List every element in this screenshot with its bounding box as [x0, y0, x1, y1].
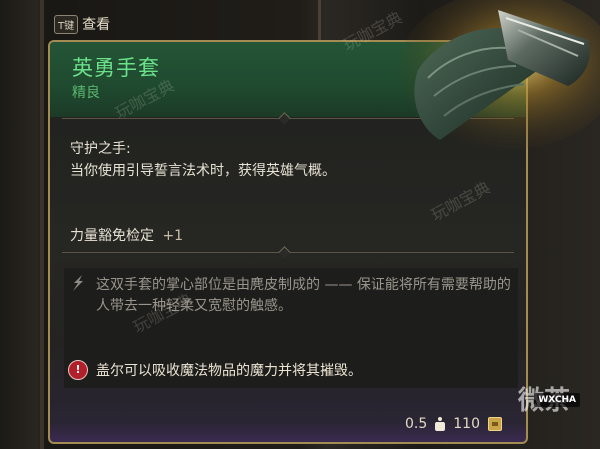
weight-icon [435, 417, 446, 431]
source-chip: WXCHA [534, 393, 580, 407]
inspect-hint[interactable]: T键 查看 [54, 13, 110, 35]
item-name: 英勇手套 [72, 56, 160, 80]
quill-icon [70, 274, 88, 292]
passive-ability: 守护之手: 当你使用引导誓言法术时，获得英雄气概。 [70, 138, 390, 182]
save-bonus: 力量豁免检定 +1 [70, 225, 183, 245]
item-price: 110 [453, 416, 480, 432]
special-note: 盖尔可以吸收魔法物品的魔力并将其摧毁。 [96, 363, 362, 379]
passive-text: 当你使用引导誓言法术时，获得英雄气概。 [70, 163, 336, 179]
bonus-label: 力量豁免检定 [70, 228, 154, 244]
item-weight: 0.5 [405, 416, 428, 432]
item-rarity: 精良 [72, 85, 100, 101]
coin-icon [488, 417, 502, 431]
divider-gem [278, 246, 291, 259]
divider-middle [62, 246, 514, 259]
alert-icon: ! [68, 360, 88, 380]
item-footer: 0.5 110 [405, 416, 502, 432]
passive-title: 守护之手: [70, 141, 131, 157]
bonus-value: +1 [162, 228, 184, 244]
inspect-label: 查看 [82, 17, 111, 33]
keycap: T键 [54, 14, 79, 34]
